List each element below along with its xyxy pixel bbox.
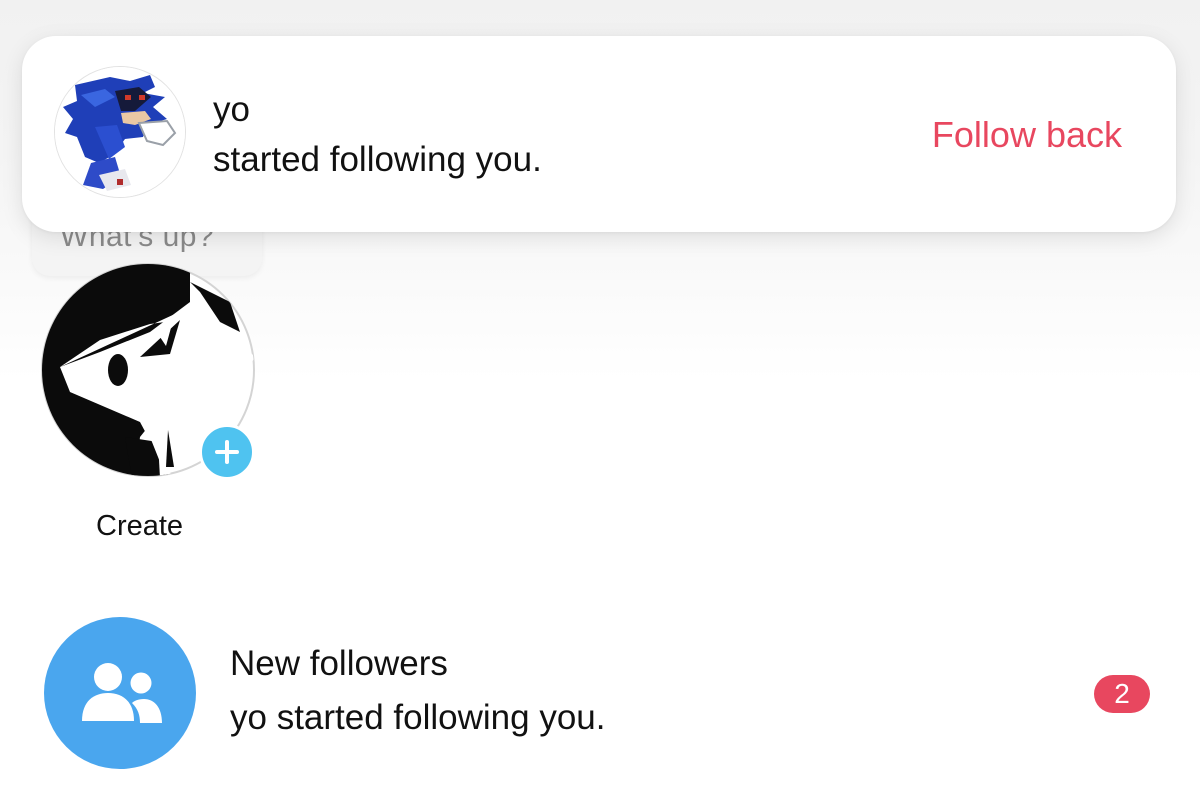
follower-username: yo xyxy=(213,90,250,129)
follower-avatar[interactable] xyxy=(54,66,186,198)
add-story-icon[interactable] xyxy=(199,424,255,480)
new-followers-subtitle: yo started following you. xyxy=(230,698,606,737)
follow-back-button[interactable]: Follow back xyxy=(932,114,1122,156)
people-icon[interactable] xyxy=(44,617,196,769)
create-label: Create xyxy=(96,510,184,542)
unread-count-badge: 2 xyxy=(1094,675,1150,713)
new-followers-title: New followers xyxy=(230,644,448,683)
follow-notification-banner[interactable]: yo started following you. Follow back xyxy=(22,36,1176,232)
notification-message: started following you. xyxy=(213,140,542,179)
